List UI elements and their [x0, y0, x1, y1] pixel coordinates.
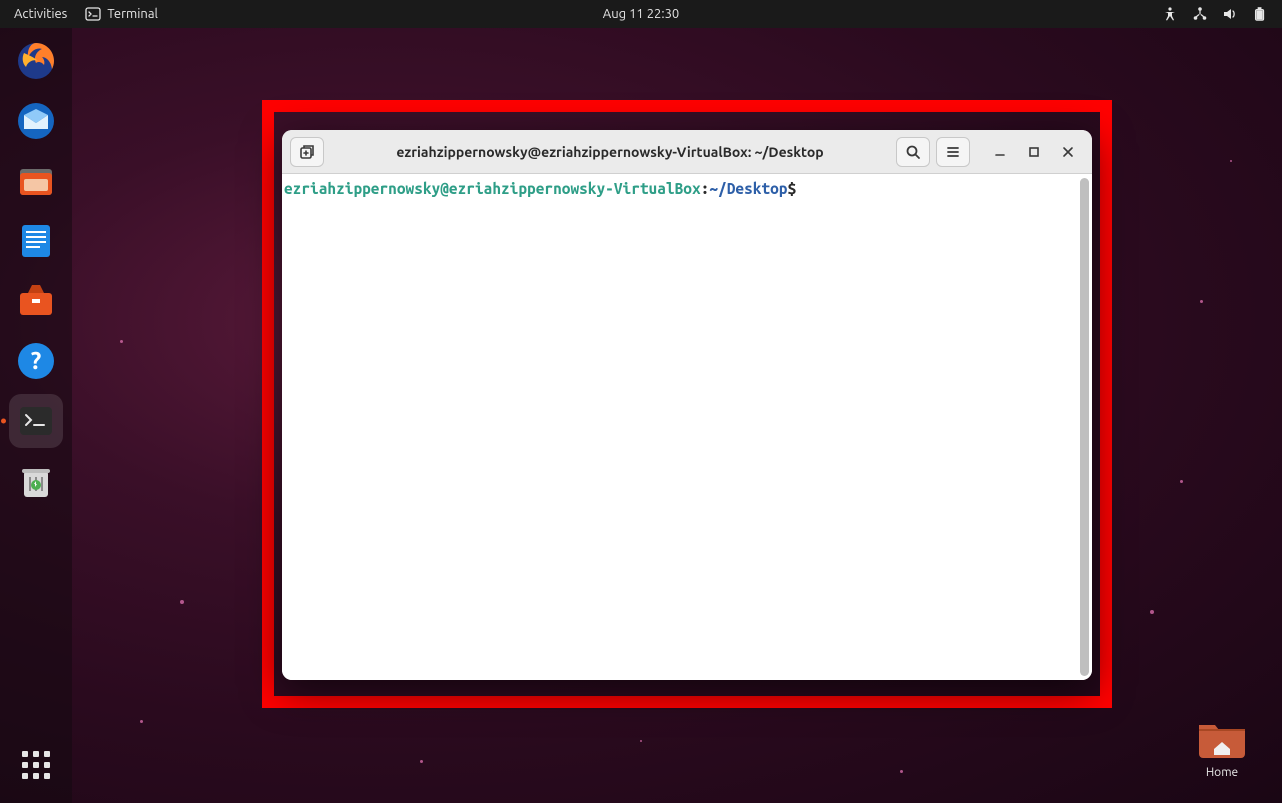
network-icon[interactable] [1192, 6, 1208, 22]
activities-label: Activities [14, 7, 67, 21]
dock-writer[interactable] [9, 214, 63, 268]
dock-help[interactable]: ? [9, 334, 63, 388]
terminal-body[interactable]: ezriahzippernowsky@ezriahzippernowsky-Vi… [282, 174, 1092, 680]
search-button[interactable] [896, 137, 930, 167]
clock-label: Aug 11 22:30 [603, 7, 680, 21]
active-app-indicator[interactable]: Terminal [85, 6, 158, 22]
dock: ? [0, 28, 72, 803]
show-apps-button[interactable] [12, 741, 60, 789]
minimize-button[interactable] [990, 142, 1010, 162]
accessibility-icon[interactable] [1162, 6, 1178, 22]
dock-thunderbird[interactable] [9, 94, 63, 148]
maximize-button[interactable] [1024, 142, 1044, 162]
terminal-window: ezriahzippernowsky@ezriahzippernowsky-Vi… [282, 130, 1092, 680]
activities-button[interactable]: Activities [14, 7, 67, 21]
prompt-path: ~/Desktop [709, 180, 787, 197]
close-button[interactable] [1058, 142, 1078, 162]
terminal-icon [85, 6, 101, 22]
prompt-line: ezriahzippernowsky@ezriahzippernowsky-Vi… [284, 180, 1088, 197]
dock-trash[interactable] [9, 454, 63, 508]
prompt-symbol: $ [787, 180, 796, 197]
battery-icon[interactable] [1252, 6, 1268, 22]
desktop-home-folder[interactable]: Home [1196, 715, 1248, 779]
desktop-home-label: Home [1196, 766, 1248, 779]
dock-files[interactable] [9, 154, 63, 208]
volume-icon[interactable] [1222, 6, 1238, 22]
terminal-scrollbar[interactable] [1080, 178, 1089, 676]
dock-terminal[interactable] [9, 394, 63, 448]
new-tab-button[interactable] [290, 137, 324, 167]
terminal-title: ezriahzippernowsky@ezriahzippernowsky-Vi… [330, 144, 890, 160]
svg-text:?: ? [31, 347, 42, 374]
dock-firefox[interactable] [9, 34, 63, 88]
top-bar: Activities Terminal Aug 11 22:30 [0, 0, 1282, 28]
hamburger-menu-button[interactable] [936, 137, 970, 167]
clock[interactable]: Aug 11 22:30 [603, 7, 680, 21]
active-app-label: Terminal [107, 7, 158, 21]
dock-software[interactable] [9, 274, 63, 328]
terminal-titlebar[interactable]: ezriahzippernowsky@ezriahzippernowsky-Vi… [282, 130, 1092, 174]
prompt-user-host: ezriahzippernowsky@ezriahzippernowsky-Vi… [284, 180, 701, 197]
